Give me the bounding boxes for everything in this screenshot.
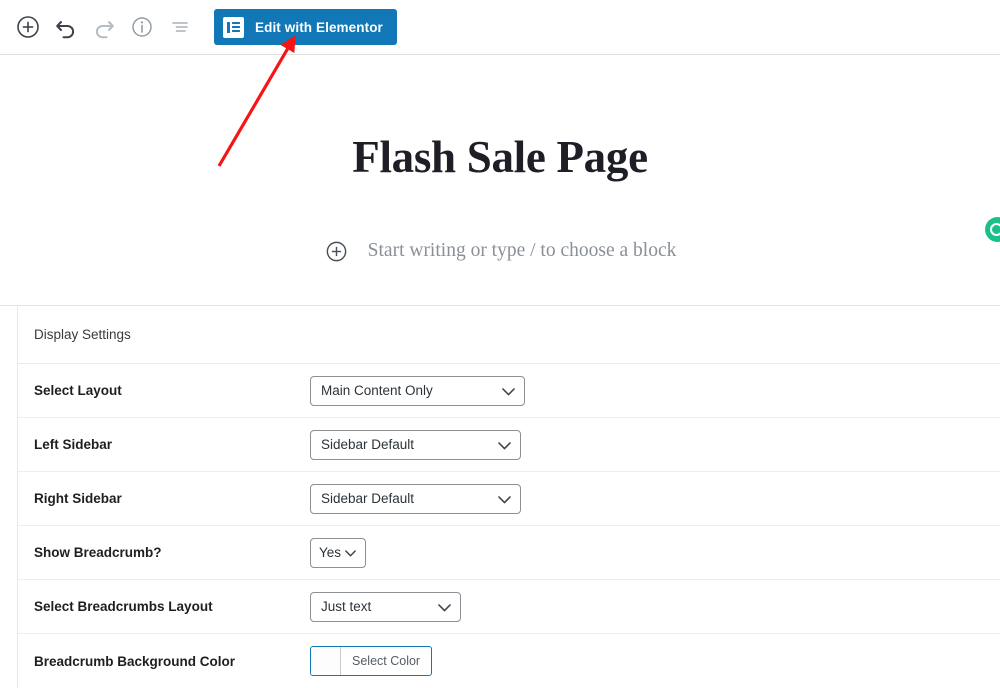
setting-row-breadcrumb-bg-color: Breadcrumb Background Color Select Color [18, 634, 1000, 688]
setting-label: Show Breadcrumb? [34, 545, 162, 560]
setting-label: Select Breadcrumbs Layout [34, 599, 213, 614]
setting-row-breadcrumbs-layout: Select Breadcrumbs Layout Just text [18, 580, 1000, 634]
list-view-button[interactable] [162, 9, 198, 45]
show-breadcrumb-dropdown[interactable]: Yes [310, 537, 366, 568]
setting-label: Breadcrumb Background Color [34, 653, 236, 669]
details-button[interactable] [124, 9, 160, 45]
setting-row-right-sidebar: Right Sidebar Sidebar Default [18, 472, 1000, 526]
support-chat-icon [989, 223, 1000, 236]
setting-row-left-sidebar: Left Sidebar Sidebar Default [18, 418, 1000, 472]
left-sidebar-dropdown[interactable]: Sidebar Default [310, 429, 521, 460]
elementor-logo-icon [223, 16, 244, 38]
redo-icon [95, 21, 114, 39]
chevron-down-icon [502, 387, 515, 395]
editor-toolbar: Edit with Elementor [0, 0, 1000, 55]
paragraph-placeholder-text[interactable]: Start writing or type / to choose a bloc… [368, 240, 677, 262]
post-title[interactable]: Flash Sale Page [0, 130, 1000, 184]
redo-button [86, 9, 122, 45]
add-block-button[interactable] [10, 9, 46, 45]
breadcrumb-background-color-picker[interactable]: Select Color [310, 646, 433, 676]
chevron-down-icon [498, 441, 511, 449]
display-settings-panel: Display Settings Select Layout Main Cont… [0, 306, 1000, 688]
select-layout-value: Main Content Only [321, 383, 433, 398]
inline-add-block-button[interactable] [324, 238, 350, 264]
edit-with-elementor-button[interactable]: Edit with Elementor [214, 9, 397, 45]
setting-row-show-breadcrumb: Show Breadcrumb? Yes [18, 526, 1000, 580]
add-block-icon [326, 241, 347, 261]
list-view-icon [172, 22, 188, 32]
display-settings-title: Display Settings [34, 327, 131, 342]
breadcrumbs-layout-value: Just text [321, 599, 372, 614]
wordpress-block-editor: Edit with Elementor Flash Sale Page Star… [0, 0, 1000, 688]
undo-button[interactable] [48, 9, 84, 45]
edit-with-elementor-label: Edit with Elementor [255, 19, 383, 35]
display-settings-header: Display Settings [18, 306, 1000, 364]
select-color-label: Select Color [352, 654, 421, 668]
info-icon [132, 17, 152, 37]
chevron-down-icon [345, 549, 356, 556]
setting-row-select-layout: Select Layout Main Content Only [18, 364, 1000, 418]
right-sidebar-value: Sidebar Default [321, 491, 415, 506]
color-swatch[interactable] [311, 647, 341, 675]
chevron-down-icon [438, 603, 451, 611]
editor-canvas: Flash Sale Page Start writing or type / … [0, 55, 1000, 306]
right-sidebar-dropdown[interactable]: Sidebar Default [310, 483, 521, 514]
show-breadcrumb-value: Yes [319, 545, 342, 560]
setting-label: Right Sidebar [34, 491, 122, 506]
breadcrumbs-layout-dropdown[interactable]: Just text [310, 591, 461, 622]
left-sidebar-value: Sidebar Default [321, 437, 415, 452]
undo-icon [56, 21, 75, 39]
select-layout-dropdown[interactable]: Main Content Only [310, 375, 525, 406]
setting-label: Left Sidebar [34, 437, 113, 452]
add-block-icon [17, 16, 39, 38]
chevron-down-icon [498, 495, 511, 503]
setting-label: Select Layout [34, 383, 122, 398]
paragraph-block: Start writing or type / to choose a bloc… [0, 238, 1000, 264]
